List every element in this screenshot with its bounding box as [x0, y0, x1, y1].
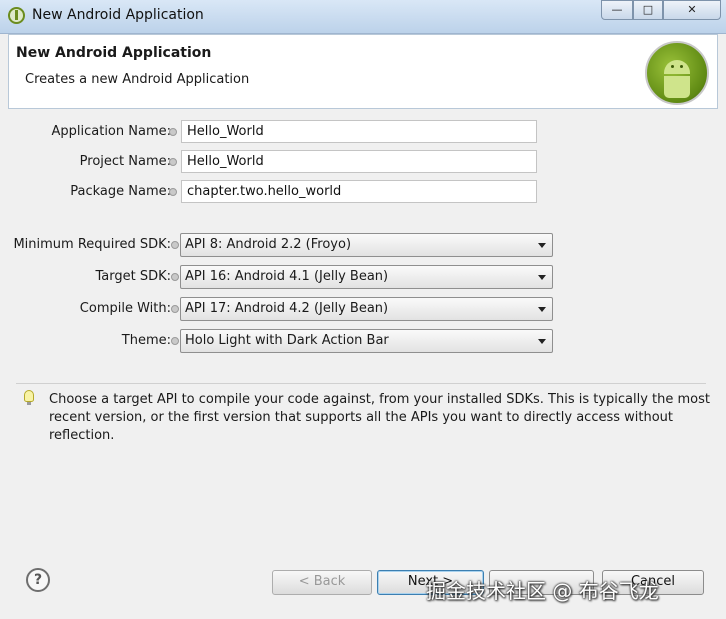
dropdown-arrow-icon: [538, 307, 546, 312]
wizard-title: New Android Application: [16, 45, 212, 61]
project-name-label: Project Name:: [79, 154, 171, 169]
maximize-button[interactable]: □: [633, 0, 663, 20]
wizard-header: New Android Application Creates a new An…: [8, 34, 718, 109]
title-bar: New Android Application — □ ✕: [0, 0, 726, 34]
theme-label: Theme:: [121, 333, 171, 348]
target-sdk-select[interactable]: API 16: Android 4.1 (Jelly Bean): [180, 265, 553, 289]
divider: [16, 383, 706, 384]
package-name-input[interactable]: [181, 180, 537, 203]
project-name-input[interactable]: [181, 150, 537, 173]
info-decoration-icon: [171, 337, 179, 345]
theme-select[interactable]: Holo Light with Dark Action Bar: [180, 329, 553, 353]
info-decoration-icon: [169, 158, 177, 166]
watermark: 掘金技术社区 @ 布谷飞龙: [426, 579, 659, 603]
application-name-input[interactable]: [181, 120, 537, 143]
hint-message: Choose a target API to compile your code…: [49, 392, 711, 443]
android-app-icon: [8, 7, 25, 24]
dropdown-arrow-icon: [538, 243, 546, 248]
new-android-application-dialog: New Android Application — □ ✕ New Androi…: [0, 0, 726, 619]
target-sdk-label: Target SDK:: [95, 269, 171, 284]
back-button[interactable]: < Back: [272, 570, 372, 595]
min-sdk-select[interactable]: API 8: Android 2.2 (Froyo): [180, 233, 553, 257]
min-sdk-value: API 8: Android 2.2 (Froyo): [185, 237, 352, 252]
min-sdk-label: Minimum Required SDK:: [13, 237, 171, 252]
close-button[interactable]: ✕: [663, 0, 721, 20]
dropdown-arrow-icon: [538, 275, 546, 280]
info-decoration-icon: [169, 128, 177, 136]
window-title: New Android Application: [32, 7, 204, 23]
help-button[interactable]: ?: [26, 568, 50, 592]
compile-with-value: API 17: Android 4.2 (Jelly Bean): [185, 301, 389, 316]
wizard-description: Creates a new Android Application: [25, 72, 250, 87]
compile-with-label: Compile With:: [79, 301, 171, 316]
target-sdk-value: API 16: Android 4.1 (Jelly Bean): [185, 269, 389, 284]
dropdown-arrow-icon: [538, 339, 546, 344]
compile-with-select[interactable]: API 17: Android 4.2 (Jelly Bean): [180, 297, 553, 321]
android-logo-icon: [645, 41, 709, 105]
theme-value: Holo Light with Dark Action Bar: [185, 333, 389, 348]
info-decoration-icon: [171, 273, 179, 281]
info-decoration-icon: [169, 188, 177, 196]
application-name-label: Application Name:: [51, 124, 171, 139]
lightbulb-icon: [24, 390, 34, 405]
minimize-button[interactable]: —: [601, 0, 633, 20]
package-name-label: Package Name:: [70, 184, 171, 199]
info-decoration-icon: [171, 305, 179, 313]
info-decoration-icon: [171, 241, 179, 249]
